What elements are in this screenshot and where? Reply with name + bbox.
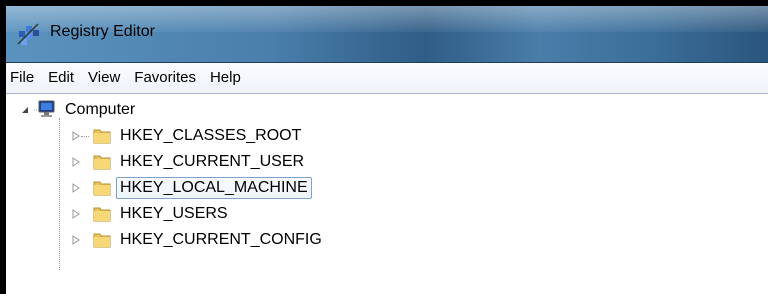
tree-label-key: HKEY_CURRENT_USER <box>120 153 305 170</box>
computer-icon <box>34 100 55 117</box>
folder-icon <box>93 155 111 170</box>
title-bar[interactable]: Registry Editor <box>6 6 768 63</box>
tree-node-hkey-local-machine[interactable]: HKEY_LOCAL_MACHINE <box>71 176 312 200</box>
menu-view[interactable]: View <box>81 66 127 90</box>
folder-icon <box>93 207 111 222</box>
collapsed-arrow-icon[interactable] <box>71 131 81 141</box>
menu-help[interactable]: Help <box>203 66 248 90</box>
collapsed-arrow-icon[interactable] <box>71 209 81 219</box>
registry-editor-icon <box>17 23 39 45</box>
tree-node-hkey-classes-root[interactable]: HKEY_CLASSES_ROOT <box>71 124 305 148</box>
tree-node-hkey-current-user[interactable]: HKEY_CURRENT_USER <box>71 150 308 174</box>
tree-label-key: HKEY_USERS <box>120 205 228 222</box>
menu-file[interactable]: File <box>6 66 41 90</box>
folder-icon <box>93 129 111 144</box>
menu-favorites[interactable]: Favorites <box>127 66 203 90</box>
menu-edit[interactable]: Edit <box>41 66 81 90</box>
collapsed-arrow-icon[interactable] <box>71 235 81 245</box>
tree-connector <box>59 118 60 270</box>
collapsed-arrow-icon[interactable] <box>71 183 81 193</box>
tree-label-key-selected: HKEY_LOCAL_MACHINE <box>116 177 312 199</box>
tree-node-computer[interactable]: Computer <box>20 98 139 122</box>
collapsed-arrow-icon[interactable] <box>71 157 81 167</box>
tree-label-key: HKEY_CURRENT_CONFIG <box>120 231 322 248</box>
tree-label-computer: Computer <box>65 101 136 118</box>
window-title: Registry Editor <box>50 23 155 40</box>
tree-node-hkey-current-config[interactable]: HKEY_CURRENT_CONFIG <box>71 228 326 252</box>
tree-node-hkey-users[interactable]: HKEY_USERS <box>71 202 232 226</box>
registry-editor-window: Registry Editor File Edit View Favorites… <box>6 6 768 294</box>
folder-icon <box>93 181 111 196</box>
tree-label-key: HKEY_CLASSES_ROOT <box>120 127 302 144</box>
menu-bar: File Edit View Favorites Help <box>6 63 768 94</box>
folder-icon <box>93 233 111 248</box>
expanded-arrow-icon[interactable] <box>20 105 30 115</box>
registry-tree: Computer HKEY_CLASSES_ROOT HKEY_CURRENT_… <box>6 94 768 294</box>
